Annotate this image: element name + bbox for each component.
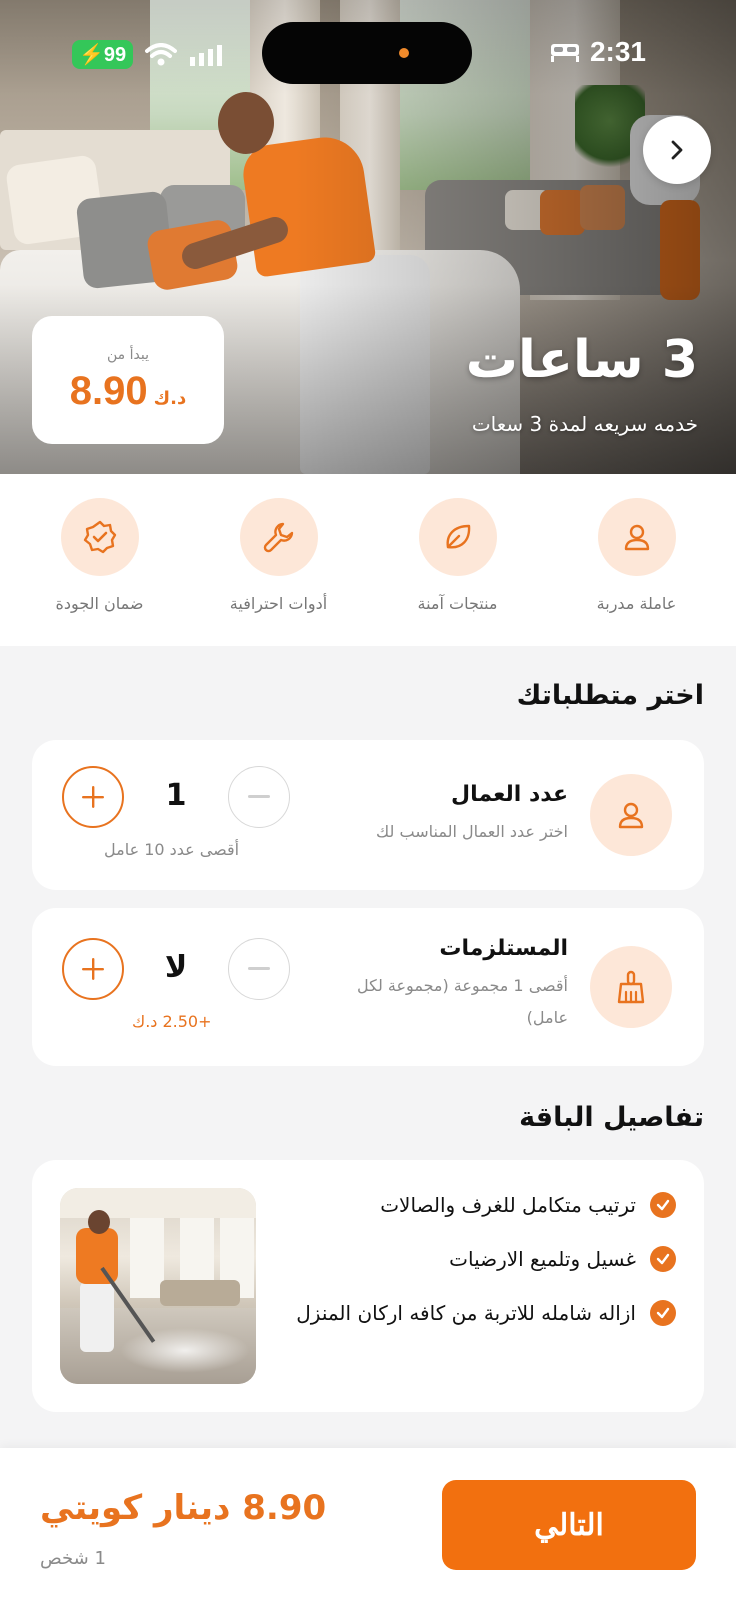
total-price: 8.90 دينار كويتي [40, 1488, 327, 1528]
starts-from-label: يبدأ من [107, 346, 149, 363]
workers-count: 1 [165, 778, 187, 813]
feature-label: ضمان الجودة [55, 594, 144, 613]
checkout-footer: 8.90 دينار كويتي 1 شخص التالي [0, 1448, 736, 1600]
status-bar-right: 2:31 [550, 36, 646, 68]
check-circle-icon [650, 1192, 676, 1218]
workers-card: عدد العمال اختر عدد العمال المناسب لك 1 … [32, 740, 704, 890]
wrench-icon [263, 522, 293, 553]
requirements-title: اختر متطلباتك [516, 680, 704, 711]
supplies-increment-button[interactable] [62, 938, 124, 1000]
minus-icon [248, 967, 270, 970]
leaf-icon [446, 524, 470, 549]
supplies-price-note: +2.50 د.ك [132, 1012, 212, 1031]
feature-professional-tools: أدوات احترافية [194, 474, 364, 646]
status-time: 2:31 [589, 36, 646, 67]
service-duration-title: 3 ساعات [465, 330, 698, 390]
supplies-value: لا [164, 950, 188, 985]
supplies-description: أقصى 1 مجموعة (مجموعة لكل عامل) [357, 976, 568, 1027]
package-photo [60, 1188, 256, 1384]
plus-icon [82, 958, 104, 980]
next-button[interactable]: التالي [442, 1480, 696, 1570]
next-image-button[interactable] [643, 116, 711, 184]
service-subtitle: خدمه سريعه لمدة 3 سعات [471, 412, 698, 436]
workers-increment-button[interactable] [62, 766, 124, 828]
status-bar-left: ⚡99 [72, 40, 229, 69]
cellular-signal-icon [190, 44, 223, 66]
workers-description: اختر عدد العمال المناسب لك [376, 822, 568, 841]
feature-label: عاملة مدربة [596, 594, 677, 613]
workers-max-note: أقصى عدد 10 عامل [104, 840, 240, 859]
package-item: غسيل وتلميع الارضيات [449, 1246, 676, 1272]
package-item: ازاله شامله للاتربة من كافه اركان المنزل [296, 1300, 676, 1326]
starting-price-card: يبدأ من د.ك 8.90 [32, 316, 224, 444]
price-currency: د.ك [153, 387, 187, 409]
minus-icon [248, 795, 270, 798]
workers-title: عدد العمال [450, 782, 568, 807]
feature-quality-guarantee: ضمان الجودة [15, 474, 185, 646]
supplies-card: المستلزمات أقصى 1 مجموعة (مجموعة لكل عام… [32, 908, 704, 1066]
plus-icon [82, 786, 104, 808]
battery-level: 99 [103, 44, 127, 66]
supplies-title: المستلزمات [439, 936, 568, 961]
package-item: ترتيب متكامل للغرف والصالات [380, 1192, 676, 1218]
features-row: ضمان الجودة أدوات احترافية منتجات آمنة ع… [0, 474, 736, 646]
dynamic-island [262, 22, 472, 84]
person-icon [624, 524, 649, 551]
broom-icon [617, 970, 645, 1004]
bed-icon [550, 44, 579, 62]
badge-check-icon [83, 520, 116, 554]
battery-indicator: ⚡99 [72, 40, 134, 69]
person-icon [618, 802, 644, 829]
workers-decrement-button[interactable] [228, 766, 290, 828]
feature-safe-products: منتجات آمنة [373, 474, 543, 646]
wifi-icon [145, 42, 178, 65]
feature-label: أدوات احترافية [229, 594, 328, 613]
feature-label: منتجات آمنة [417, 594, 498, 613]
battery-bolt-icon: ⚡ [79, 44, 104, 66]
check-circle-icon [650, 1246, 676, 1272]
package-title: تفاصيل الباقة [519, 1102, 704, 1133]
feature-trained-worker: عاملة مدربة [552, 474, 722, 646]
package-card: ترتيب متكامل للغرف والصالات غسيل وتلميع … [32, 1160, 704, 1412]
price-amount: 8.90 [69, 368, 148, 413]
supplies-decrement-button[interactable] [228, 938, 290, 1000]
chevron-right-icon [671, 140, 683, 160]
check-circle-icon [650, 1300, 676, 1326]
persons-count: 1 شخص [40, 1548, 106, 1569]
